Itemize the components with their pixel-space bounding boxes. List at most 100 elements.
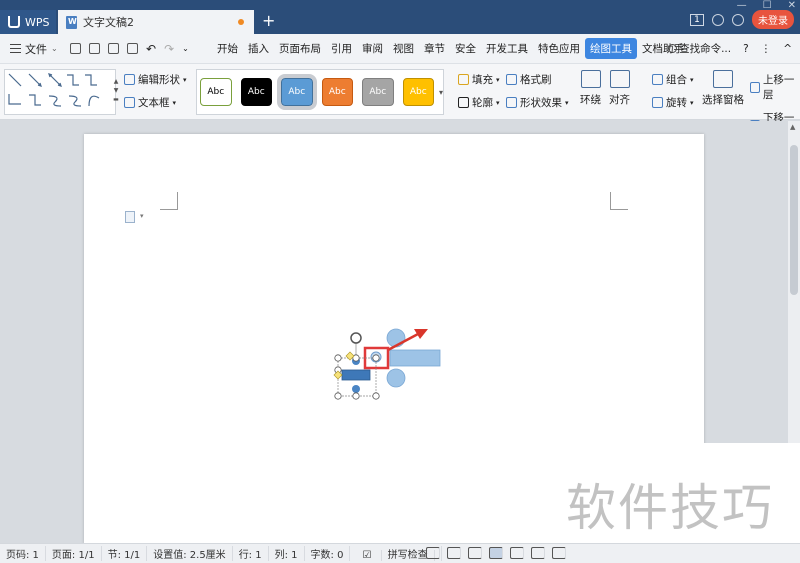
gallery-more-icon[interactable]: ▾ [439,88,443,97]
file-menu-label: 文件 [25,42,47,56]
web-view-icon[interactable] [531,547,545,559]
circle-shape-top[interactable] [386,328,406,348]
bring-forward-icon [750,81,760,93]
shape-style-gallery: Abc Abc Abc Abc Abc Abc ▾ [196,69,444,115]
tab-1[interactable]: 插入 [243,38,274,59]
align-button[interactable]: 对齐 [609,70,630,107]
page-view-icon[interactable] [489,547,503,559]
quick-access-toolbar: ↶ ↷ ⌄ [66,42,212,56]
shape-style-preset[interactable]: Abc [321,78,353,106]
format-painter-button[interactable]: 格式刷 [506,72,572,87]
tab-3[interactable]: 引用 [326,38,357,59]
save-icon[interactable] [70,43,81,54]
wps-tab-label: WPS [25,15,50,29]
rectangle-shape-right[interactable] [389,349,441,367]
shirt-icon[interactable] [732,13,744,26]
status-section[interactable]: 节: 1/1 [102,546,148,561]
status-word-count[interactable]: 字数: 0 [305,546,351,561]
undo-icon[interactable]: ↶ [146,42,156,56]
gallery-scroll[interactable]: ▲ ▼ ▬ [111,78,121,118]
edit-pen-icon[interactable] [468,547,482,559]
rotation-handle-icon[interactable] [350,332,362,344]
tab-6[interactable]: 章节 [419,38,450,59]
tab-2[interactable]: 页面布局 [274,38,326,59]
tab-8[interactable]: 开发工具 [481,38,533,59]
drawing-tools-ribbon: ▲ ▼ ▬ 编辑形状 ▾ 文本框 ▾ Abc Abc Abc Abc Abc Abc ▾ 填充 ▾ 格… [0,64,800,139]
edit-shape-button[interactable]: 编辑形状 ▾ [124,72,187,87]
shape-effects-icon [506,97,517,108]
shape-style-preset[interactable]: Abc [277,74,317,110]
shape-style-preset[interactable]: Abc [200,78,232,106]
shape-style-preset[interactable]: Abc [402,78,434,106]
tab-4[interactable]: 审阅 [357,38,388,59]
print-icon[interactable] [108,43,119,54]
unsaved-dot-icon[interactable] [238,19,244,25]
tab-10[interactable]: 绘图工具 [585,38,637,59]
login-button[interactable]: 未登录 [752,10,794,29]
search-icon [668,44,678,53]
fullscreen-icon[interactable] [426,547,440,559]
page-count-badge[interactable]: 1 [690,13,704,26]
outline-button[interactable]: 轮廓 ▾ [458,95,506,110]
export-pdf-icon[interactable] [89,43,100,54]
title-bar: WPS 文字文稿2 + — ☐ ✕ 1 未登录 [0,0,800,34]
dropdown-arrow-icon: ▾ [496,75,500,84]
bring-forward-button[interactable]: 上移一层 [750,72,800,102]
format-painter-icon [506,74,517,85]
new-tab-button[interactable]: + [262,13,275,29]
selected-circle-bottom[interactable] [352,385,360,393]
document-tab[interactable]: 文字文稿2 [58,10,254,34]
line-shape-gallery[interactable]: ▲ ▼ ▬ [4,69,119,115]
shape-style-preset[interactable]: Abc [240,78,272,106]
rotate-icon [652,97,663,108]
tab-5[interactable]: 视图 [388,38,419,59]
selection-pane-button[interactable]: 选择窗格 [702,70,744,107]
scroll-up-icon[interactable]: ▲ [790,123,795,131]
group-button[interactable]: 组合 ▾ [652,72,694,87]
paragraph-layout-icon[interactable] [125,211,135,223]
fill-button[interactable]: 填充 ▾ [458,72,506,87]
selected-rectangle-shape[interactable] [341,369,371,381]
ribbon-tabs: 开始 插入 页面布局 引用 审阅 视图 章节 安全 开发工具 特色应用 绘图工具 文档助手 [212,38,689,59]
outline-icon [458,97,469,108]
file-menu[interactable]: 文件 ⌄ [0,41,66,57]
fill-group: 填充 ▾ 格式刷 轮廓 ▾ 形状效果 ▾ [458,72,572,110]
collapse-ribbon-button[interactable]: ^ [783,43,792,55]
redo-icon[interactable]: ↷ [164,42,174,56]
scrollbar-thumb[interactable] [790,145,798,295]
status-bar: 页码: 1 页面: 1/1 节: 1/1 设置值: 2.5厘米 行: 1 列: … [0,543,800,563]
wrap-button[interactable]: 环绕 [580,70,601,107]
circle-shape-bottom[interactable] [386,368,406,388]
wps-home-tab[interactable]: WPS [0,10,56,34]
rotate-label: 旋转 [666,97,687,109]
text-box-icon [124,97,135,108]
read-mode-icon[interactable] [447,547,461,559]
drawing-shapes[interactable] [330,324,450,404]
command-search[interactable]: 查找命令... [668,41,731,56]
more-button[interactable]: ⋮ [761,43,772,55]
tab-9[interactable]: 特色应用 [533,38,585,59]
status-column: 列: 1 [269,546,305,561]
eye-protection-icon[interactable] [552,547,566,559]
bring-forward-label: 上移一层 [762,74,795,101]
vertical-scrollbar[interactable]: ▲ [788,121,800,443]
document-tab-label: 文字文稿2 [83,16,134,29]
dropdown-arrow-icon: ▾ [496,98,500,107]
customize-icon[interactable]: ⌄ [182,44,189,53]
text-box-button[interactable]: 文本框 ▾ [124,95,187,110]
chevron-up-icon: ▲ [113,78,119,85]
status-page-number[interactable]: 页码: 1 [0,546,46,561]
status-setting[interactable]: 设置值: 2.5厘米 [147,546,233,561]
view-mode-icons [426,547,566,559]
outline-view-icon[interactable] [510,547,524,559]
tab-0[interactable]: 开始 [212,38,243,59]
status-pages[interactable]: 页面: 1/1 [46,546,102,561]
tab-7[interactable]: 安全 [450,38,481,59]
outline-label: 轮廓 [472,97,493,109]
skin-icon[interactable] [712,13,724,26]
rotate-button[interactable]: 旋转 ▾ [652,95,694,110]
print-preview-icon[interactable] [127,43,138,54]
help-button[interactable]: ? [743,43,749,55]
shape-effects-button[interactable]: 形状效果 ▾ [506,95,572,110]
shape-style-preset[interactable]: Abc [362,78,394,106]
